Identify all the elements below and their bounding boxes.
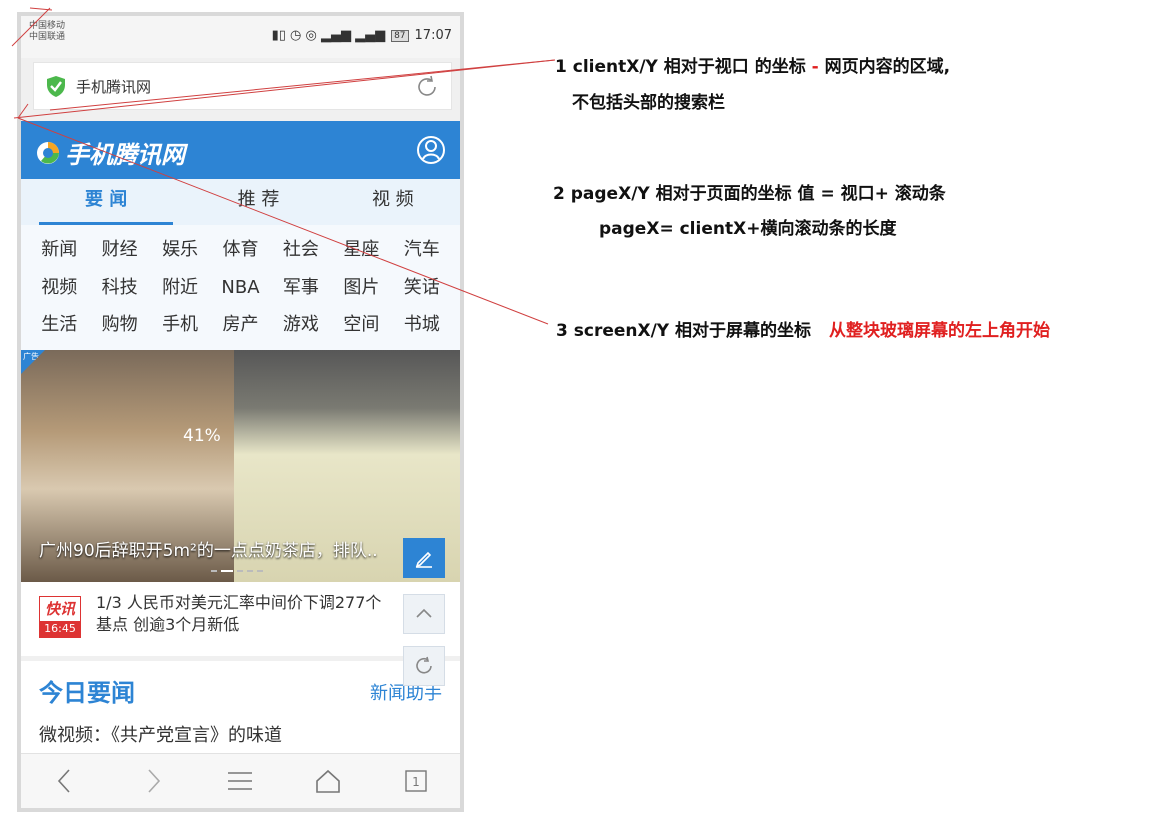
annotation-client-note: 不包括头部的搜索栏 — [572, 93, 725, 113]
annotation-client-label: 1 clientX/Y 相对于视口 的坐标 — [555, 57, 806, 77]
annotation-page-formula: pageX= clientX+横向滚动条的长度 — [599, 219, 897, 239]
client-pointer-line-2 — [49, 59, 556, 111]
client-pointer-line — [13, 59, 556, 119]
annotation-page: 2 pageX/Y 相对于页面的坐标 值 = 视口+ 滚动条 — [553, 184, 946, 204]
annotation-lines — [11, 7, 556, 325]
annotation-dash: - — [805, 57, 825, 77]
annotation-client-desc: 网页内容的区域, — [824, 57, 951, 77]
annotation-screen-label: 3 screenX/Y 相对于屏幕的坐标 — [556, 321, 812, 341]
annotation-screen-desc: 从整块玻璃屏幕的左上角开始 — [828, 321, 1050, 341]
canvas: 中国移动 中国联通 ▮▯ ◷ ◎ ▂▄▆ ▂▄▆ 87 17:07 手机腾讯网 — [0, 0, 1150, 817]
screen-pointer-line — [17, 117, 549, 325]
viewport-origin-arrow — [17, 103, 29, 119]
screen-origin-arrow — [11, 7, 51, 47]
annotation-screen: 3 screenX/Y 相对于屏幕的坐标 从整块玻璃屏幕的左上角开始 — [556, 316, 1050, 341]
annotation-client: 1 clientX/Y 相对于视口 的坐标 - 网页内容的区域, — [555, 52, 950, 77]
